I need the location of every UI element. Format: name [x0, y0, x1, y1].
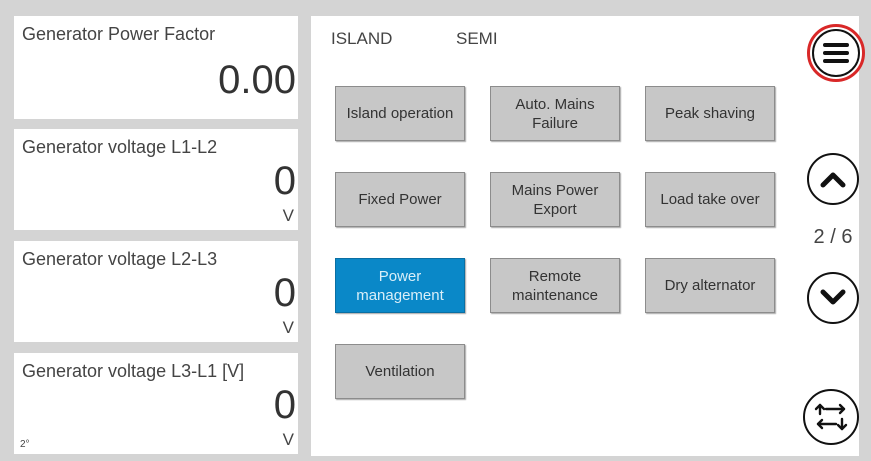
status-semi: SEMI	[456, 29, 498, 48]
measurement-label: Generator Power Factor	[22, 24, 216, 44]
measurement-value: 0	[273, 383, 296, 427]
mode-button-dry-alternator[interactable]: Dry alternator	[645, 258, 775, 313]
mode-button-remote-maintenance[interactable]: Remote maintenance	[490, 258, 620, 313]
measurement-label: Generator voltage L1-L2	[22, 137, 218, 157]
measurement-panel-voltage-l3-l1: Generator voltage L3-L1 [V] 0 V 2°	[14, 353, 298, 454]
mode-selection-panel: ISLAND SEMI Island operation Auto. Mains…	[311, 16, 865, 456]
mode-button-fixed-power[interactable]: Fixed Power	[335, 172, 465, 227]
measurement-panel-voltage-l2-l3: Generator voltage L2-L3 0 V	[14, 241, 298, 342]
measurement-panel-power-factor: Generator Power Factor 0.00	[14, 16, 298, 119]
chevron-down-icon	[820, 289, 846, 305]
measurement-value: 0	[273, 271, 296, 315]
mode-button-island-operation[interactable]: Island operation	[335, 86, 465, 141]
mode-button-load-take-over[interactable]: Load take over	[645, 172, 775, 227]
swap-arrows-icon	[814, 403, 848, 431]
measurement-panel-voltage-l1-l2: Generator voltage L1-L2 0 V	[14, 129, 298, 230]
measurement-value: 0.00	[218, 58, 296, 102]
mode-button-power-management[interactable]: Power management	[335, 258, 465, 313]
chevron-up-icon	[820, 172, 846, 188]
menu-button[interactable]	[807, 24, 865, 82]
mode-button-ventilation[interactable]: Ventilation	[335, 344, 465, 399]
scroll-up-button[interactable]	[807, 153, 859, 205]
status-island: ISLAND	[331, 29, 393, 48]
mode-button-mains-power-export[interactable]: Mains Power Export	[490, 172, 620, 227]
measurement-unit: V	[282, 206, 294, 225]
measurement-label: Generator voltage L3-L1 [V]	[22, 361, 245, 381]
hamburger-menu-icon	[812, 29, 860, 77]
mode-button-auto-mains-failure[interactable]: Auto. Mains Failure	[490, 86, 620, 141]
measurement-unit: V	[282, 318, 294, 337]
scroll-down-button[interactable]	[807, 272, 859, 324]
page-indicator: 2 / 6	[813, 226, 853, 248]
measurement-unit: V	[282, 430, 294, 449]
measurement-label: Generator voltage L2-L3	[22, 249, 218, 269]
measurement-corner-note: 2°	[20, 439, 30, 450]
measurement-value: 0	[273, 159, 296, 203]
mode-button-peak-shaving[interactable]: Peak shaving	[645, 86, 775, 141]
swap-layout-button[interactable]	[803, 389, 859, 445]
